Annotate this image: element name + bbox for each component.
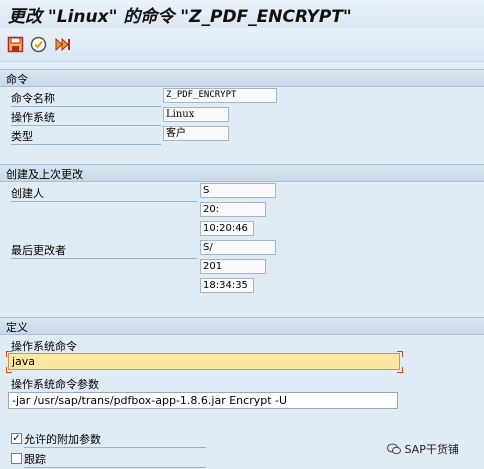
- os-command-input[interactable]: java: [8, 353, 400, 370]
- focus-corner-bl: [6, 367, 12, 373]
- allow-params-label: 允许的附加参数: [24, 431, 206, 448]
- command-section-header: 命令: [0, 69, 484, 87]
- command-name-label: 命令名称: [11, 90, 161, 107]
- os-field[interactable]: Linux: [163, 107, 229, 122]
- last-changed-label: 最后更改者: [11, 242, 197, 259]
- last-changed-field[interactable]: S/: [200, 240, 276, 255]
- focus-corner-br: [397, 367, 403, 373]
- title-bar: 更改 "Linux" 的命令 "Z_PDF_ENCRYPT": [0, 0, 484, 28]
- focus-corner-tl: [6, 351, 12, 357]
- toolbar: [0, 28, 484, 62]
- page-title: 更改 "Linux" 的命令 "Z_PDF_ENCRYPT": [8, 7, 352, 27]
- type-field[interactable]: 客户: [163, 126, 229, 141]
- created-section-header: 创建及上次更改: [0, 164, 484, 182]
- os-params-input[interactable]: -jar /usr/sap/trans/pdfbox-app-1.8.6.jar…: [8, 392, 398, 409]
- definition-section-header: 定义: [0, 317, 484, 335]
- trace-label: 跟踪: [24, 451, 206, 468]
- check-icon[interactable]: [30, 36, 47, 53]
- allow-params-checkbox[interactable]: ✓: [11, 433, 22, 444]
- trace-checkbox[interactable]: [11, 453, 22, 464]
- focus-corner-tr: [397, 351, 403, 357]
- wechat-icon: [387, 443, 401, 455]
- os-label: 操作系统: [11, 109, 161, 126]
- changed-time-field[interactable]: 18:34:35: [200, 278, 254, 293]
- changed-date-field[interactable]: 201: [200, 259, 266, 274]
- creator-field[interactable]: S: [200, 183, 276, 198]
- watermark-logo: SAP干货铺: [387, 441, 459, 457]
- save-icon[interactable]: [7, 36, 24, 53]
- type-label: 类型: [11, 128, 161, 145]
- created-time-field[interactable]: 10:20:46: [200, 221, 254, 236]
- creator-label: 创建人: [11, 185, 197, 202]
- created-date-field[interactable]: 20:: [200, 202, 266, 217]
- os-params-label: 操作系统命令参数: [11, 376, 311, 393]
- execute-icon[interactable]: [54, 36, 71, 53]
- command-name-field[interactable]: Z_PDF_ENCRYPT: [163, 88, 277, 103]
